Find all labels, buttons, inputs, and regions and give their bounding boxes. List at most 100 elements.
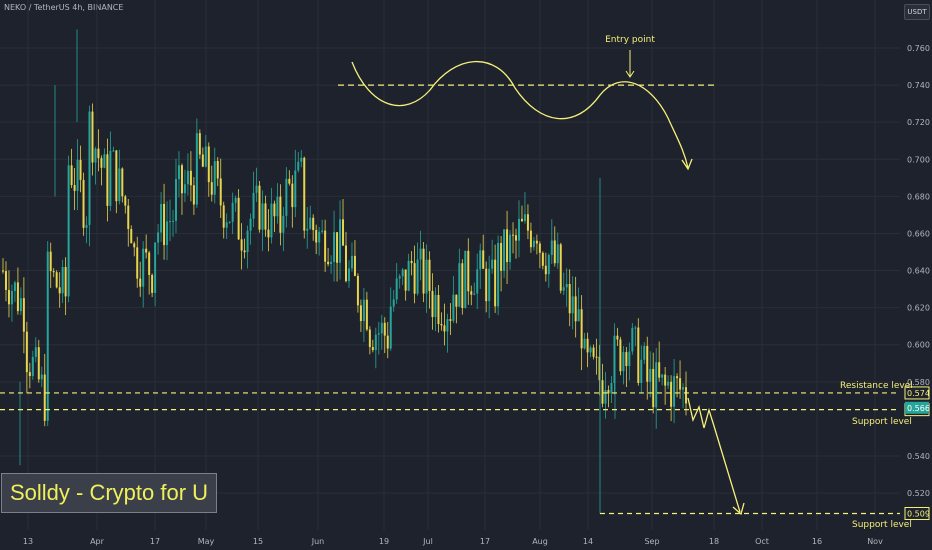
candle-body-222 (664, 374, 667, 386)
candle-body-6 (19, 298, 22, 312)
candle-body-218 (652, 368, 655, 408)
candle-body-78 (234, 197, 237, 203)
y-tick-label-5: 0.660 (907, 229, 930, 238)
candle-body-181 (541, 252, 544, 266)
candle-body-152 (455, 294, 458, 307)
candle-body-155 (464, 250, 467, 308)
candle-body-21 (64, 266, 67, 297)
candle-body-95 (285, 178, 288, 216)
candle-body-10 (31, 356, 34, 377)
candle-body-76 (228, 221, 231, 223)
candle-body-209 (625, 352, 628, 366)
x-tick-label-5: Jun (311, 537, 325, 546)
candle-body-114 (342, 219, 345, 246)
x-tick-label-0: 13 (23, 537, 33, 546)
candle-body-140 (419, 248, 422, 260)
candle-body-27 (82, 179, 85, 228)
candle-body-153 (458, 263, 461, 307)
candle-body-161 (482, 250, 485, 269)
candle-body-35 (106, 154, 109, 206)
candle-body-142 (425, 259, 428, 294)
candle-body-60 (180, 165, 183, 194)
candle-body-25 (76, 159, 79, 191)
candle-body-120 (359, 305, 362, 322)
support-level-label-1: Support level (852, 417, 912, 427)
candle-body-31 (94, 148, 97, 163)
candle-body-171 (512, 234, 515, 236)
candle-body-172 (515, 235, 518, 241)
candle-body-119 (356, 275, 359, 306)
candle-body-82 (246, 230, 249, 253)
candle-body-194 (580, 309, 583, 349)
candle-body-9 (28, 372, 31, 377)
candle-body-107 (321, 230, 324, 232)
candle-body-112 (336, 232, 339, 263)
candle-body-148 (443, 325, 446, 332)
candle-body-192 (574, 296, 577, 322)
candle-body-182 (544, 265, 547, 275)
candle-body-57 (172, 220, 175, 222)
candle-body-157 (470, 291, 473, 295)
candle-body-77 (231, 202, 234, 222)
candle-body-160 (479, 250, 482, 270)
x-tick-label-14: 16 (812, 537, 822, 546)
candle-body-86 (258, 185, 261, 230)
candle-body-134 (401, 269, 404, 277)
candle-body-52 (157, 232, 160, 243)
candle-body-190 (568, 283, 571, 314)
candle-body-179 (535, 240, 538, 244)
candle-body-101 (303, 157, 306, 231)
x-tick-label-9: Aug (532, 537, 548, 546)
candle-body-62 (186, 170, 189, 185)
candle-body-228 (682, 387, 685, 390)
candle-body-80 (240, 239, 243, 251)
candle-body-215 (643, 345, 646, 360)
candle-body-0 (2, 270, 4, 272)
candle-body-191 (571, 296, 574, 314)
candle-body-197 (589, 347, 592, 353)
candle-body-163 (488, 268, 491, 302)
candle-body-164 (491, 259, 494, 269)
candle-body-102 (306, 228, 309, 231)
x-tick-label-2: 17 (150, 537, 160, 546)
candle-body-199 (595, 356, 598, 358)
candle-body-93 (279, 196, 282, 233)
candle-body-128 (383, 322, 386, 336)
candle-body-159 (476, 269, 479, 294)
candle-body-28 (85, 224, 88, 228)
candle-body-65 (195, 133, 198, 205)
candle-body-63 (189, 170, 192, 186)
price-chart[interactable]: 0.5740.5650.5090.566 0.7600.7400.7200.70… (0, 0, 932, 550)
candle-body-137 (410, 260, 413, 264)
grid-lines (0, 0, 900, 530)
candle-body-3 (10, 290, 13, 305)
candle-body-145 (434, 294, 437, 318)
candle-body-122 (365, 299, 368, 330)
x-tick-label-7: Jul (422, 537, 433, 546)
candle-body-151 (452, 294, 455, 321)
x-tick-label-12: 18 (709, 537, 719, 546)
candle-body-193 (577, 309, 580, 322)
entry-arrow (625, 50, 635, 78)
wave-drawing (351, 60, 689, 169)
candle-body-198 (592, 347, 595, 357)
candle-body-100 (300, 157, 303, 162)
candle-body-210 (628, 351, 631, 366)
y-tick-label-4: 0.680 (907, 192, 930, 201)
candle-body-17 (52, 271, 55, 273)
candle-body-59 (177, 165, 180, 180)
support-lower-price-label: 0.509 (907, 509, 930, 518)
candle-body-103 (309, 217, 312, 229)
candle-body-221 (661, 374, 664, 378)
candle-body-216 (646, 345, 649, 382)
candle-body-213 (637, 327, 640, 383)
candle-body-2 (7, 289, 10, 305)
x-tick-label-13: Oct (755, 537, 769, 546)
candle-body-24 (73, 185, 76, 191)
candle-body-73 (219, 178, 222, 206)
candle-body-130 (389, 306, 392, 349)
candle-body-150 (449, 319, 452, 321)
candle-body-16 (49, 251, 52, 272)
y-tick-label-7: 0.620 (907, 304, 930, 313)
candle-body-220 (658, 362, 661, 378)
